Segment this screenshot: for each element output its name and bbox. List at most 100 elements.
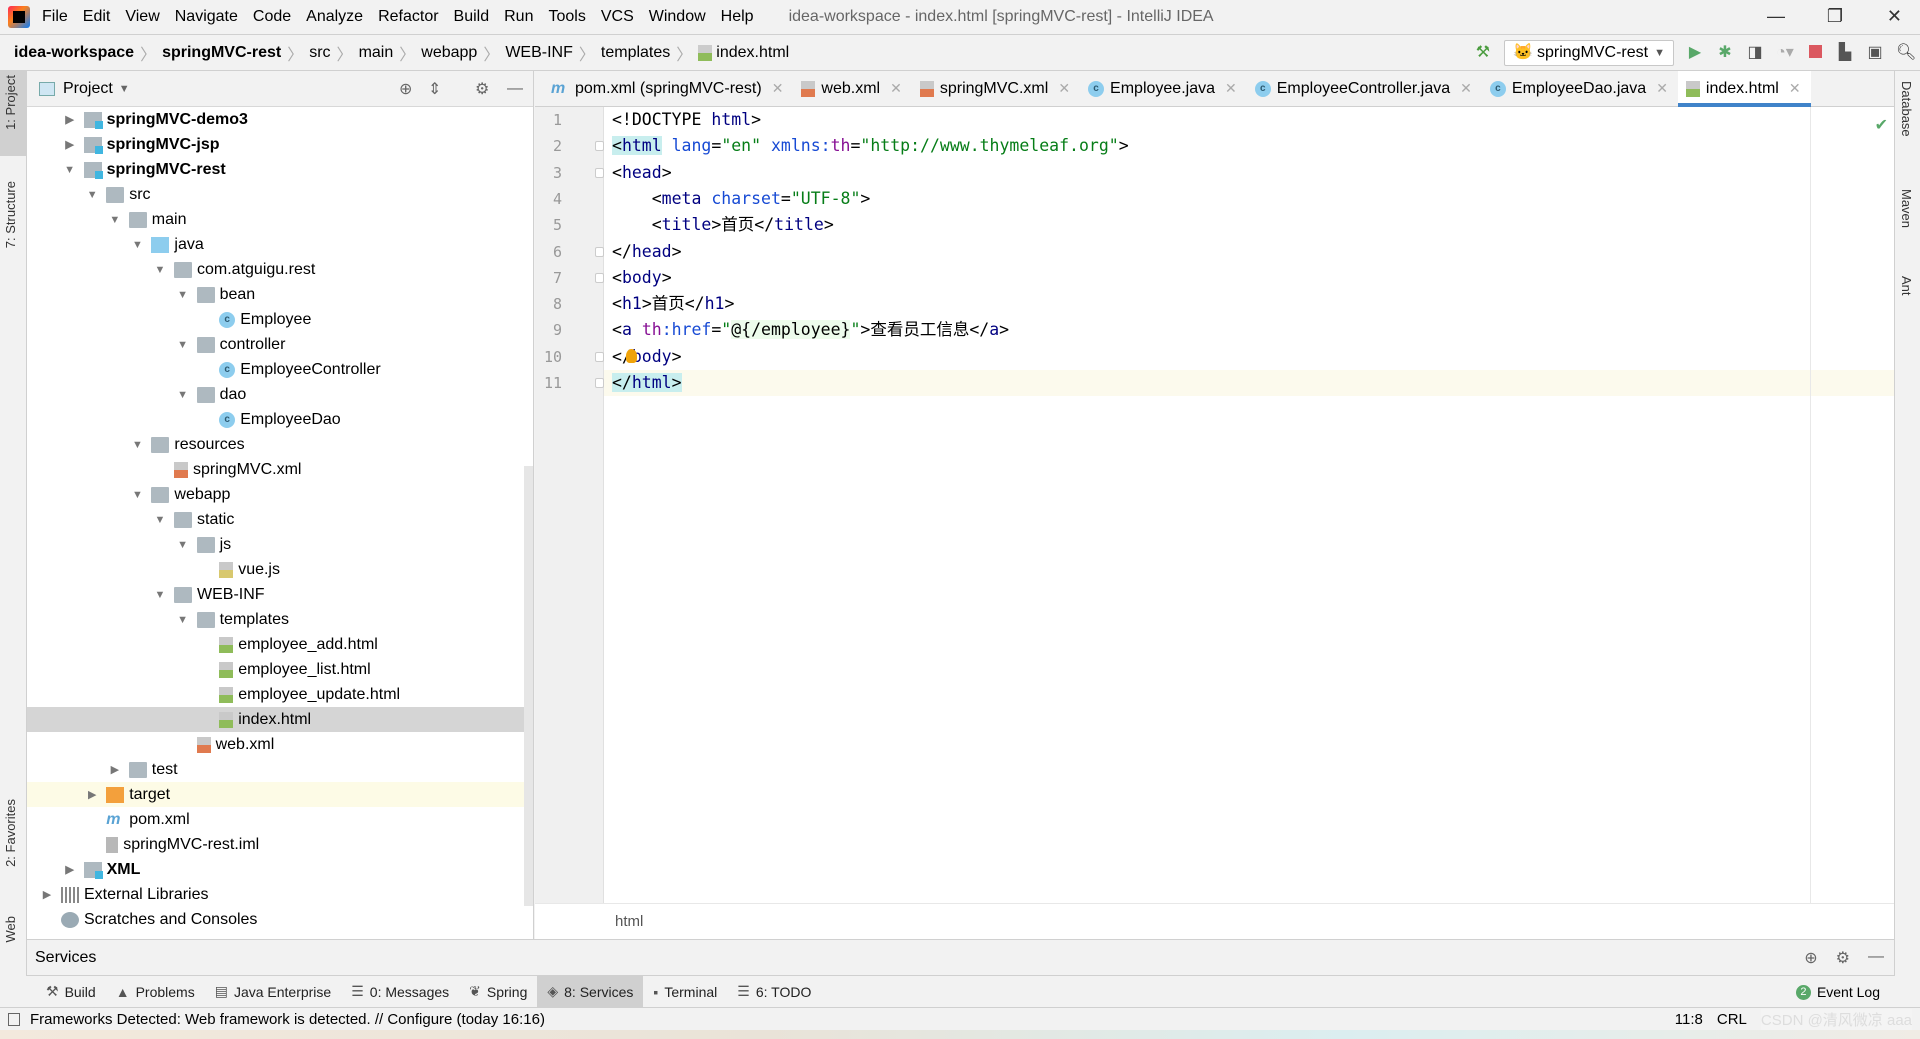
close-tab-icon[interactable]: ✕ [1225,80,1237,97]
expanded-arrow-icon[interactable]: ▼ [62,164,78,176]
tree-item[interactable]: ▼ controller [27,332,527,357]
tree-item[interactable]: ▼ resources [27,432,527,457]
line-separator[interactable]: CRL [1717,1011,1747,1028]
collapse-all-icon[interactable]: ⇕ [428,79,441,99]
search-icon[interactable]: 🔍︎ [1896,44,1916,62]
tab-web.xml[interactable]: web.xml ✕ [793,71,911,106]
fold-marker-icon[interactable] [595,272,604,283]
menu-edit[interactable]: Edit [83,8,111,26]
expanded-arrow-icon[interactable]: ▼ [175,389,191,401]
fold-marker-icon[interactable] [595,141,604,152]
event-log-button[interactable]: 2 Event Log [1795,976,1880,1008]
tool-window-problems[interactable]: ▲ Problems [106,976,205,1007]
coverage-icon[interactable]: ◨ [1746,44,1764,62]
tree-item[interactable]: springMVC-rest.iml [27,832,527,857]
tree-item[interactable]: web.xml [27,732,527,757]
tree-item[interactable]: ▶ External Libraries [27,882,527,907]
web-tool-button[interactable]: Web [3,916,18,943]
status-message[interactable]: Frameworks Detected: Web framework is de… [30,1011,545,1028]
tree-item[interactable]: employee_list.html [27,657,527,682]
close-tab-icon[interactable]: ✕ [1058,80,1070,97]
close-tab-icon[interactable]: ✕ [1460,80,1472,97]
tree-item[interactable]: ▼ com.atguigu.rest [27,257,527,282]
locate-icon[interactable]: ⊕ [1804,948,1817,968]
inspection-ok-icon[interactable]: ✔ [1875,115,1888,135]
tree-item[interactable]: ▼ js [27,532,527,557]
locate-icon[interactable]: ⊕ [399,79,412,99]
tab-employeedao.java[interactable]: c EmployeeDao.java ✕ [1482,71,1678,106]
fold-marker-icon[interactable] [595,378,604,388]
tool-window-todo[interactable]: ☰ 6: TODO [727,976,821,1007]
menu-refactor[interactable]: Refactor [378,8,438,26]
status-toggle-icon[interactable] [8,1012,20,1026]
collapsed-arrow-icon[interactable]: ▶ [84,788,100,801]
menu-window[interactable]: Window [649,8,706,26]
hide-icon[interactable]: — [507,80,523,98]
expanded-arrow-icon[interactable]: ▼ [152,589,168,601]
tree-item[interactable]: ▼ webapp [27,482,527,507]
tree-item[interactable]: ▼ dao [27,382,527,407]
menu-vcs[interactable]: VCS [601,8,634,26]
expanded-arrow-icon[interactable]: ▼ [129,439,145,451]
favorites-tool-button[interactable]: 2: Favorites [3,799,18,867]
tool-window-messages[interactable]: ☰ 0: Messages [341,976,459,1007]
tree-item[interactable]: index.html [27,707,527,732]
hide-icon[interactable]: — [1868,948,1884,968]
debug-icon[interactable]: ✱ [1716,44,1734,62]
tree-item[interactable]: c EmployeeController [27,357,527,382]
fold-marker-icon[interactable] [595,351,604,362]
tool-window-services[interactable]: ◈ 8: Services [537,976,644,1007]
code-area[interactable]: 1 <!DOCTYPE html> 2 <html lang="en" xmlns:t… [544,107,1894,903]
tree-item[interactable]: ▶ springMVC-jsp [27,132,527,157]
menu-build[interactable]: Build [454,8,490,26]
expanded-arrow-icon[interactable]: ▼ [152,264,168,276]
project-structure-icon[interactable]: ▙ [1836,44,1854,62]
expanded-arrow-icon[interactable]: ▼ [107,214,123,226]
tree-item[interactable]: Scratches and Consoles [27,907,527,932]
tab-pom.xml[interactable]: m pom.xml (springMVC-rest) ✕ [543,71,793,106]
expanded-arrow-icon[interactable]: ▼ [175,289,191,301]
tree-item[interactable]: ▼ static [27,507,527,532]
expanded-arrow-icon[interactable]: ▼ [84,189,100,201]
collapsed-arrow-icon[interactable]: ▶ [107,763,123,776]
intention-bulb-icon[interactable] [626,348,637,363]
menu-help[interactable]: Help [721,8,754,26]
gear-icon[interactable]: ⚙ [475,79,489,99]
tree-item[interactable]: c Employee [27,307,527,332]
fold-marker-icon[interactable] [595,167,604,178]
collapsed-arrow-icon[interactable]: ▶ [62,863,78,876]
tool-window-terminal[interactable]: ▪ Terminal [643,976,727,1007]
collapsed-arrow-icon[interactable]: ▶ [62,113,78,126]
tool-window-build[interactable]: ⚒ Build [36,976,106,1007]
stop-icon[interactable] [1806,44,1824,62]
menu-tools[interactable]: Tools [548,8,585,26]
build-hammer-icon[interactable]: ⚒ [1474,44,1492,62]
close-tab-icon[interactable]: ✕ [772,80,784,97]
tab-employee.java[interactable]: c Employee.java ✕ [1080,71,1247,106]
expanded-arrow-icon[interactable]: ▼ [152,514,168,526]
ant-tool-button[interactable]: Ant [1899,276,1914,296]
expanded-arrow-icon[interactable]: ▼ [175,539,191,551]
tree-item[interactable]: employee_add.html [27,632,527,657]
menu-file[interactable]: File [42,8,68,26]
tree-item[interactable]: springMVC.xml [27,457,527,482]
expanded-arrow-icon[interactable]: ▼ [129,239,145,251]
tab-springmvc.xml[interactable]: springMVC.xml ✕ [912,71,1080,106]
tree-item[interactable]: ▼ WEB-INF [27,582,527,607]
tree-item[interactable]: ▶ XML [27,857,527,882]
breadcrumb-item[interactable]: index.html [716,44,789,62]
breadcrumb-item[interactable]: templates [601,44,670,62]
maven-tool-button[interactable]: Maven [1899,189,1914,228]
tree-item[interactable]: c EmployeeDao [27,407,527,432]
breadcrumb-item[interactable]: src [309,44,330,62]
minimize-button[interactable]: — [1767,6,1785,27]
breadcrumb-item[interactable]: WEB-INF [505,44,573,62]
caret-position[interactable]: 11:8 [1675,1011,1703,1028]
profiler-icon[interactable]: ◔▾ [1776,44,1794,62]
breadcrumb-item[interactable]: main [359,44,394,62]
tree-item[interactable]: ▶ target [27,782,527,807]
run-icon[interactable]: ▶ [1686,44,1704,62]
tree-item[interactable]: m pom.xml [27,807,527,832]
close-tab-icon[interactable]: ✕ [890,80,902,97]
menu-run[interactable]: Run [504,8,533,26]
